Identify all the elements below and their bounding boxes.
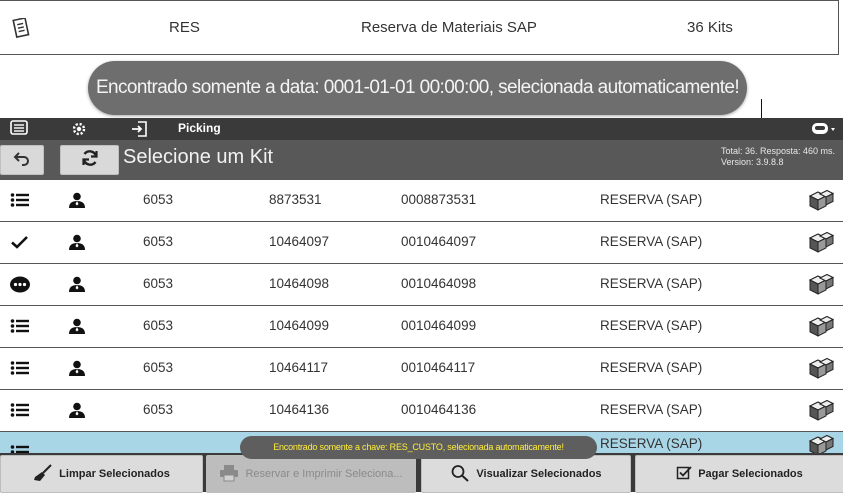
person-icon [68, 402, 86, 418]
kit-row[interactable]: 6053 8873531 0008873531 RESERVA (SAP) [0, 180, 843, 222]
person-icon [68, 192, 86, 208]
kit-type: RESERVA (SAP) [600, 360, 703, 375]
response-total: Total: 36. Resposta: 460 ms. [720, 146, 835, 156]
action-bar: Picking [0, 118, 843, 140]
checkbox-icon [676, 465, 692, 484]
version-label: Version: 3.9.8.8 [720, 157, 784, 167]
more-icon [10, 276, 32, 294]
kit-number: 10464097 [269, 234, 330, 249]
boxes-icon[interactable] [806, 398, 835, 422]
page-title: Selecione um Kit [123, 146, 274, 168]
toast-message: Encontrado somente a data: 0001-01-01 00… [88, 61, 747, 115]
boxes-icon[interactable] [806, 188, 835, 212]
kit-code: 0008873531 [401, 192, 477, 207]
kit-type: RESERVA (SAP) [600, 192, 703, 207]
kit-number: 10464136 [269, 402, 330, 417]
boxes-icon[interactable] [806, 272, 835, 296]
kit-plant: 6053 [143, 360, 174, 375]
person-icon [68, 234, 86, 250]
back-button[interactable] [0, 145, 44, 175]
boxes-icon[interactable] [806, 230, 835, 254]
kit-number: 10464099 [269, 318, 330, 333]
kit-plant: 6053 [143, 318, 174, 333]
kit-list: 6053 8873531 0008873531 RESERVA (SAP) 60… [0, 180, 843, 472]
summary-code: RES [169, 19, 200, 36]
list-icon [10, 192, 30, 208]
response-info: Total: 36. Resposta: 460 ms. Version: 3.… [721, 146, 835, 168]
printer-icon [219, 464, 239, 485]
list-icon [10, 360, 30, 376]
view-selected-label: Visualizar Selecionados [476, 468, 602, 480]
kit-code: 0010464099 [401, 318, 477, 333]
title-bar: Selecione um Kit Total: 36. Resposta: 46… [0, 140, 843, 180]
pay-selected-label: Pagar Selecionados [698, 468, 803, 480]
kit-type: RESERVA (SAP) [600, 318, 703, 333]
person-icon [68, 360, 86, 376]
person-icon [68, 276, 86, 292]
kit-number: 8873531 [269, 192, 322, 207]
kit-plant: 6053 [143, 276, 174, 291]
menu-icon[interactable] [10, 120, 28, 141]
check-icon [10, 234, 30, 250]
list-icon [10, 402, 30, 418]
boxes-icon[interactable] [806, 356, 835, 380]
refresh-icon [80, 148, 100, 173]
kit-row[interactable]: 6053 10464098 0010464098 RESERVA (SAP) [0, 264, 843, 306]
boxes-icon[interactable] [806, 314, 835, 338]
refresh-button[interactable] [60, 145, 119, 175]
kit-row[interactable]: 6053 10464097 0010464097 RESERVA (SAP) [0, 222, 843, 264]
summary-count: 36 Kits [687, 19, 733, 36]
list-icon [10, 318, 30, 334]
picking-label[interactable]: Picking [178, 121, 221, 135]
reserve-print-label: Reservar e Imprimir Seleciona... [245, 468, 403, 480]
pay-selected-button[interactable]: Pagar Selecionados [635, 455, 843, 493]
kit-type: RESERVA (SAP) [600, 234, 703, 249]
summary-description: Reserva de Materiais SAP [361, 19, 537, 36]
kit-code: 0010464136 [401, 402, 477, 417]
kit-number: 10464117 [269, 360, 329, 375]
document-icon [12, 1, 32, 54]
clear-selected-label: Limpar Selecionados [59, 468, 170, 480]
toast-key-message: Encontrado somente a chave: RES_CUSTO, s… [240, 436, 597, 459]
search-icon [450, 464, 470, 485]
kit-row[interactable]: 6053 10464099 0010464099 RESERVA (SAP) [0, 306, 843, 348]
kit-number: 10464098 [269, 276, 330, 291]
clear-selected-button[interactable]: Limpar Selecionados [0, 455, 203, 493]
kit-plant: 6053 [143, 192, 174, 207]
kit-type: RESERVA (SAP) [600, 276, 703, 291]
kit-row[interactable]: 6053 10464117 0010464117 RESERVA (SAP) [0, 348, 843, 390]
kit-code: 0010464097 [401, 234, 477, 249]
kit-plant: 6053 [143, 234, 174, 249]
kit-code: 0010464098 [401, 276, 477, 291]
kit-plant: 6053 [143, 402, 174, 417]
broom-icon [33, 463, 53, 485]
view-selected-button[interactable]: Visualizar Selecionados [421, 455, 631, 493]
person-icon [68, 318, 86, 334]
kit-row[interactable]: 6053 10464136 0010464136 RESERVA (SAP) [0, 390, 843, 432]
back-arrow-icon [13, 150, 31, 171]
kit-code: 0010464117 [401, 360, 476, 375]
kit-summary-row: RES Reserva de Materiais SAP 36 Kits [0, 0, 839, 55]
reserve-print-button[interactable]: Reservar e Imprimir Seleciona... [206, 455, 416, 493]
